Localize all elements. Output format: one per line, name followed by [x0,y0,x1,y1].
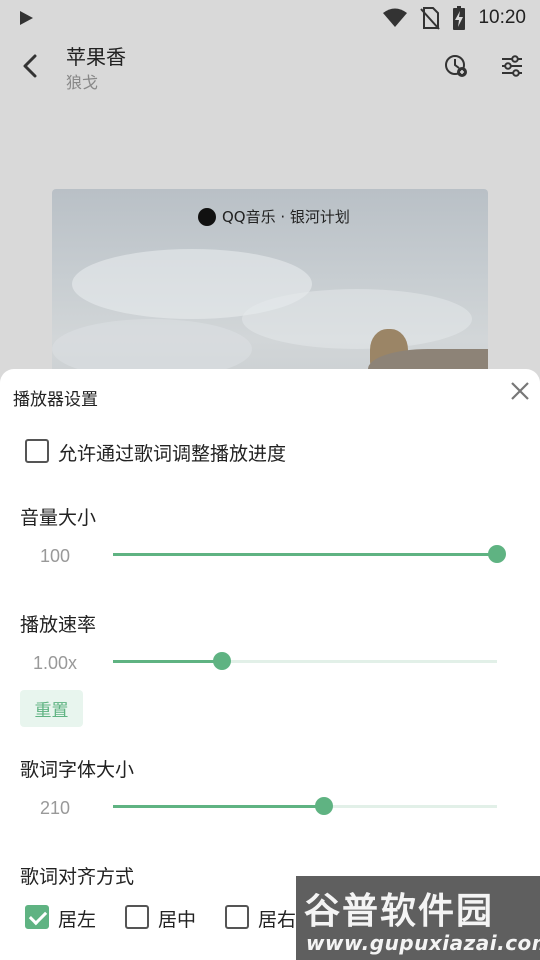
speed-slider-fill [113,660,223,663]
volume-slider[interactable] [113,543,506,567]
sheet-title: 播放器设置 [13,390,98,410]
speed-slider[interactable] [113,650,497,674]
font-size-slider-fill [113,805,325,808]
lyrics-seek-checkbox[interactable] [25,439,49,463]
align-right-label: 居右 [258,909,297,931]
font-size-slider[interactable] [113,795,497,819]
volume-title: 音量大小 [20,507,97,529]
volume-slider-fill [113,553,497,556]
align-right-checkbox[interactable] [225,905,249,929]
lyrics-seek-label: 允许通过歌词调整播放进度 [58,443,287,465]
close-icon [511,382,529,400]
close-button[interactable] [506,377,534,405]
watermark-title: 谷普软件园 [304,891,495,932]
app-bar: 苹果香 狼戈 [0,36,540,96]
album-logo-text: QQ音乐 · 银河计划 [222,208,350,226]
sliders-icon [502,55,522,77]
status-time: 10:20 [478,7,526,28]
font-size-value: 210 [39,798,71,818]
align-center-label: 居中 [158,909,197,931]
watermark-url: www.gupuxiazai.com [306,931,540,955]
speed-value: 1.00x [32,653,78,673]
play-notification-icon [20,11,33,25]
align-left-label: 居左 [58,909,97,931]
back-button[interactable] [14,50,46,82]
qq-music-icon [198,207,216,226]
equalizer-button[interactable] [496,50,528,82]
status-bar: 10:20 [0,0,540,36]
reset-speed-button[interactable]: 重置 [20,690,83,727]
font-size-title: 歌词字体大小 [20,759,135,781]
wifi-icon [383,8,408,27]
status-icons: 10:20 [382,6,526,30]
song-artist: 狼戈 [66,73,99,92]
watermark-logo: 谷普软件园 www.gupuxiazai.com [296,876,540,960]
align-left-checkbox[interactable] [25,905,49,929]
player-settings-sheet: 播放器设置 允许通过歌词调整播放进度 音量大小 100 播放速率 1.00x 重… [0,369,540,960]
sleep-timer-button[interactable] [440,50,472,82]
album-logo: QQ音乐 · 银河计划 [198,206,350,227]
timer-icon [445,55,467,77]
volume-slider-thumb[interactable] [488,545,506,563]
speed-slider-thumb[interactable] [213,652,232,670]
alignment-title: 歌词对齐方式 [20,866,135,888]
battery-charging-icon [453,6,466,30]
volume-value: 100 [39,546,71,566]
song-title: 苹果香 [66,45,126,69]
font-size-slider-thumb[interactable] [315,797,334,815]
back-arrow-icon [23,54,37,78]
speed-title: 播放速率 [20,614,97,636]
no-sim-icon [420,7,441,30]
align-center-checkbox[interactable] [125,905,149,929]
